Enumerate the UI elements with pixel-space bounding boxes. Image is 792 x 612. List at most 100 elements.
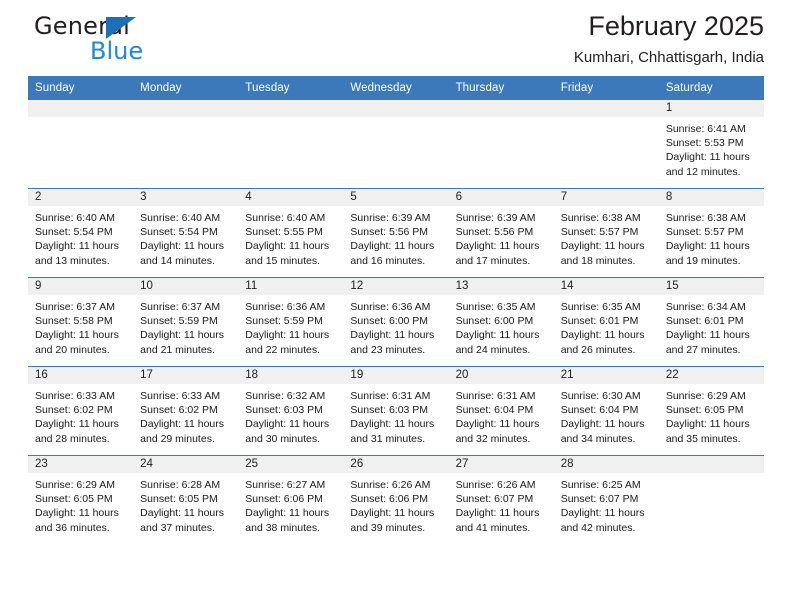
day-number <box>238 100 344 117</box>
day-number: 4 <box>238 189 344 206</box>
day-info-line: Daylight: 11 hours <box>350 507 435 520</box>
day-number: 18 <box>238 367 344 384</box>
day-sun-info: Sunrise: 6:41 AM Sunset: 5:53 PM Daylight:… <box>659 117 764 179</box>
day-info-line: Sunset: 6:02 PM <box>140 404 218 417</box>
day-cell[interactable]: 19 Sunrise: 6:31 AM Sunset: 6:03 PM Dayligh… <box>343 366 449 456</box>
day-info-line: Sunrise: 6:25 AM <box>560 479 641 491</box>
general-blue-logo[interactable]: General Blue <box>28 12 258 65</box>
day-info-line: and 18 minutes. <box>560 254 636 267</box>
day-cell[interactable]: 14 Sunrise: 6:35 AM Sunset: 6:01 PM Dayligh… <box>553 277 659 367</box>
day-info-line: Sunset: 5:53 PM <box>665 137 744 150</box>
day-info-line: Sunrise: 6:37 AM <box>35 301 115 313</box>
day-sun-info: Sunrise: 6:37 AM Sunset: 5:58 PM Daylight:… <box>28 295 133 357</box>
day-number: 20 <box>448 367 554 384</box>
calendar-header-row: Sunday Monday Tuesday Wednesday Thursday Frid… <box>28 76 764 100</box>
day-sun-info: Sunrise: 6:33 AM Sunset: 6:02 PM Daylight:… <box>133 384 238 446</box>
day-sun-info: Sunrise: 6:35 AM Sunset: 6:00 PM Daylight:… <box>449 295 554 357</box>
day-info-line: Daylight: 11 hours <box>140 418 224 431</box>
day-info-line: and 23 minutes. <box>350 343 426 356</box>
day-cell[interactable]: 1 Sunrise: 6:41 AM Sunset: 5:53 PM Daylight… <box>658 100 764 189</box>
day-cell[interactable]: 13 Sunrise: 6:35 AM Sunset: 6:00 PM Dayligh… <box>448 277 554 367</box>
day-cell[interactable]: 12 Sunrise: 6:36 AM Sunset: 6:00 PM Dayligh… <box>343 277 449 367</box>
day-cell[interactable]: 8 Sunrise: 6:38 AM Sunset: 5:57 PM Daylight… <box>658 188 764 278</box>
weekday-header-sunday: Sunday <box>28 76 134 100</box>
day-info-line: Sunrise: 6:40 AM <box>35 212 115 224</box>
day-cell[interactable]: 21 Sunrise: 6:30 AM Sunset: 6:04 PM Dayligh… <box>553 366 659 456</box>
day-info-line: Daylight: 11 hours <box>350 418 435 431</box>
day-number: 22 <box>658 367 764 384</box>
day-number: 16 <box>28 367 134 384</box>
day-cell[interactable]: 24 Sunrise: 6:28 AM Sunset: 6:05 PM Dayligh… <box>133 455 239 544</box>
calendar-week-row: 23 Sunrise: 6:29 AM Sunset: 6:05 PM Dayligh… <box>28 455 764 544</box>
day-info-line: and 13 minutes. <box>35 254 110 267</box>
day-cell[interactable]: 2 Sunrise: 6:40 AM Sunset: 5:54 PM Daylight… <box>28 188 134 278</box>
day-sun-info: Sunrise: 6:32 AM Sunset: 6:03 PM Daylight:… <box>238 384 343 446</box>
day-info-line: Sunrise: 6:31 AM <box>455 390 536 402</box>
day-number: 7 <box>553 189 659 206</box>
day-info-line: Sunset: 6:05 PM <box>35 493 113 506</box>
day-info-line: and 30 minutes. <box>245 432 320 445</box>
day-info-line: Sunset: 5:58 PM <box>35 315 113 328</box>
day-info-line: Sunrise: 6:38 AM <box>560 212 641 224</box>
day-sun-info: Sunrise: 6:35 AM Sunset: 6:01 PM Daylight:… <box>554 295 659 357</box>
day-cell[interactable]: 7 Sunrise: 6:38 AM Sunset: 5:57 PM Daylight… <box>553 188 659 278</box>
day-info-line: Sunrise: 6:29 AM <box>35 479 115 491</box>
day-info-line: and 35 minutes. <box>665 432 741 445</box>
day-info-line: Daylight: 11 hours <box>245 418 330 431</box>
day-cell[interactable]: 18 Sunrise: 6:32 AM Sunset: 6:03 PM Dayligh… <box>238 366 344 456</box>
day-info-line: Sunset: 5:55 PM <box>245 226 323 239</box>
day-cell[interactable]: 28 Sunrise: 6:25 AM Sunset: 6:07 PM Dayligh… <box>553 455 659 544</box>
day-cell[interactable]: 4 Sunrise: 6:40 AM Sunset: 5:55 PM Daylight… <box>238 188 344 278</box>
weekday-header-wednesday: Wednesday <box>343 76 449 100</box>
day-info-line: and 42 minutes. <box>560 521 636 534</box>
day-number: 24 <box>133 456 239 473</box>
day-cell[interactable]: 6 Sunrise: 6:39 AM Sunset: 5:56 PM Daylight… <box>448 188 554 278</box>
day-info-line: Daylight: 11 hours <box>35 507 119 520</box>
day-cell[interactable]: 15 Sunrise: 6:34 AM Sunset: 6:01 PM Dayligh… <box>658 277 764 367</box>
calendar-week-row: 16 Sunrise: 6:33 AM Sunset: 6:02 PM Dayligh… <box>28 366 764 456</box>
day-cell[interactable]: 9 Sunrise: 6:37 AM Sunset: 5:58 PM Daylight… <box>28 277 134 367</box>
day-info-line: Daylight: 11 hours <box>560 240 645 253</box>
day-sun-info: Sunrise: 6:26 AM Sunset: 6:06 PM Daylight:… <box>343 473 448 535</box>
day-number: 5 <box>343 189 449 206</box>
day-cell[interactable]: 25 Sunrise: 6:27 AM Sunset: 6:06 PM Dayligh… <box>238 455 344 544</box>
day-cell[interactable]: 26 Sunrise: 6:26 AM Sunset: 6:06 PM Dayligh… <box>343 455 449 544</box>
day-sun-info: Sunrise: 6:31 AM Sunset: 6:04 PM Daylight:… <box>449 384 554 446</box>
day-cell[interactable]: 3 Sunrise: 6:40 AM Sunset: 5:54 PM Daylight… <box>133 188 239 278</box>
day-info-line: Daylight: 11 hours <box>35 418 119 431</box>
day-info-line: Sunset: 6:06 PM <box>350 493 429 506</box>
day-info-line: and 19 minutes. <box>665 254 741 267</box>
day-number: 23 <box>28 456 134 473</box>
day-sun-info: Sunrise: 6:29 AM Sunset: 6:05 PM Daylight:… <box>659 384 764 446</box>
day-sun-info: Sunrise: 6:25 AM Sunset: 6:07 PM Daylight:… <box>554 473 659 535</box>
day-info-line: Sunset: 6:01 PM <box>665 315 744 328</box>
day-cell[interactable]: 5 Sunrise: 6:39 AM Sunset: 5:56 PM Daylight… <box>343 188 449 278</box>
calendar-page: General Blue February 2025 Kumhari, Chha… <box>0 0 792 612</box>
page-title: February 2025 <box>588 11 764 41</box>
day-info-line: and 20 minutes. <box>35 343 110 356</box>
day-cell[interactable]: 23 Sunrise: 6:29 AM Sunset: 6:05 PM Dayligh… <box>28 455 134 544</box>
day-number <box>343 100 449 117</box>
day-info-line: Sunset: 5:59 PM <box>245 315 323 328</box>
day-cell-empty <box>133 100 239 189</box>
day-cell[interactable]: 22 Sunrise: 6:29 AM Sunset: 6:05 PM Dayligh… <box>658 366 764 456</box>
day-number <box>553 100 659 117</box>
day-cell[interactable]: 11 Sunrise: 6:36 AM Sunset: 5:59 PM Dayligh… <box>238 277 344 367</box>
day-info-line: and 16 minutes. <box>350 254 426 267</box>
day-info-line: and 29 minutes. <box>140 432 215 445</box>
day-cell[interactable]: 10 Sunrise: 6:37 AM Sunset: 5:59 PM Dayligh… <box>133 277 239 367</box>
day-cell[interactable]: 17 Sunrise: 6:33 AM Sunset: 6:02 PM Dayligh… <box>133 366 239 456</box>
day-cell[interactable]: 27 Sunrise: 6:26 AM Sunset: 6:07 PM Dayligh… <box>448 455 554 544</box>
day-cell[interactable]: 16 Sunrise: 6:33 AM Sunset: 6:02 PM Dayligh… <box>28 366 134 456</box>
day-info-line: Daylight: 11 hours <box>245 329 330 342</box>
day-info-line: Sunset: 6:02 PM <box>35 404 113 417</box>
day-info-line: and 24 minutes. <box>455 343 531 356</box>
day-info-line: Sunset: 6:07 PM <box>560 493 639 506</box>
day-info-line: and 36 minutes. <box>35 521 110 534</box>
day-cell[interactable]: 20 Sunrise: 6:31 AM Sunset: 6:04 PM Dayligh… <box>448 366 554 456</box>
day-info-line: and 38 minutes. <box>245 521 320 534</box>
day-info-line: Daylight: 11 hours <box>560 418 645 431</box>
day-number: 15 <box>658 278 764 295</box>
day-info-line: Sunrise: 6:36 AM <box>245 301 326 313</box>
day-info-line: Daylight: 11 hours <box>665 329 750 342</box>
